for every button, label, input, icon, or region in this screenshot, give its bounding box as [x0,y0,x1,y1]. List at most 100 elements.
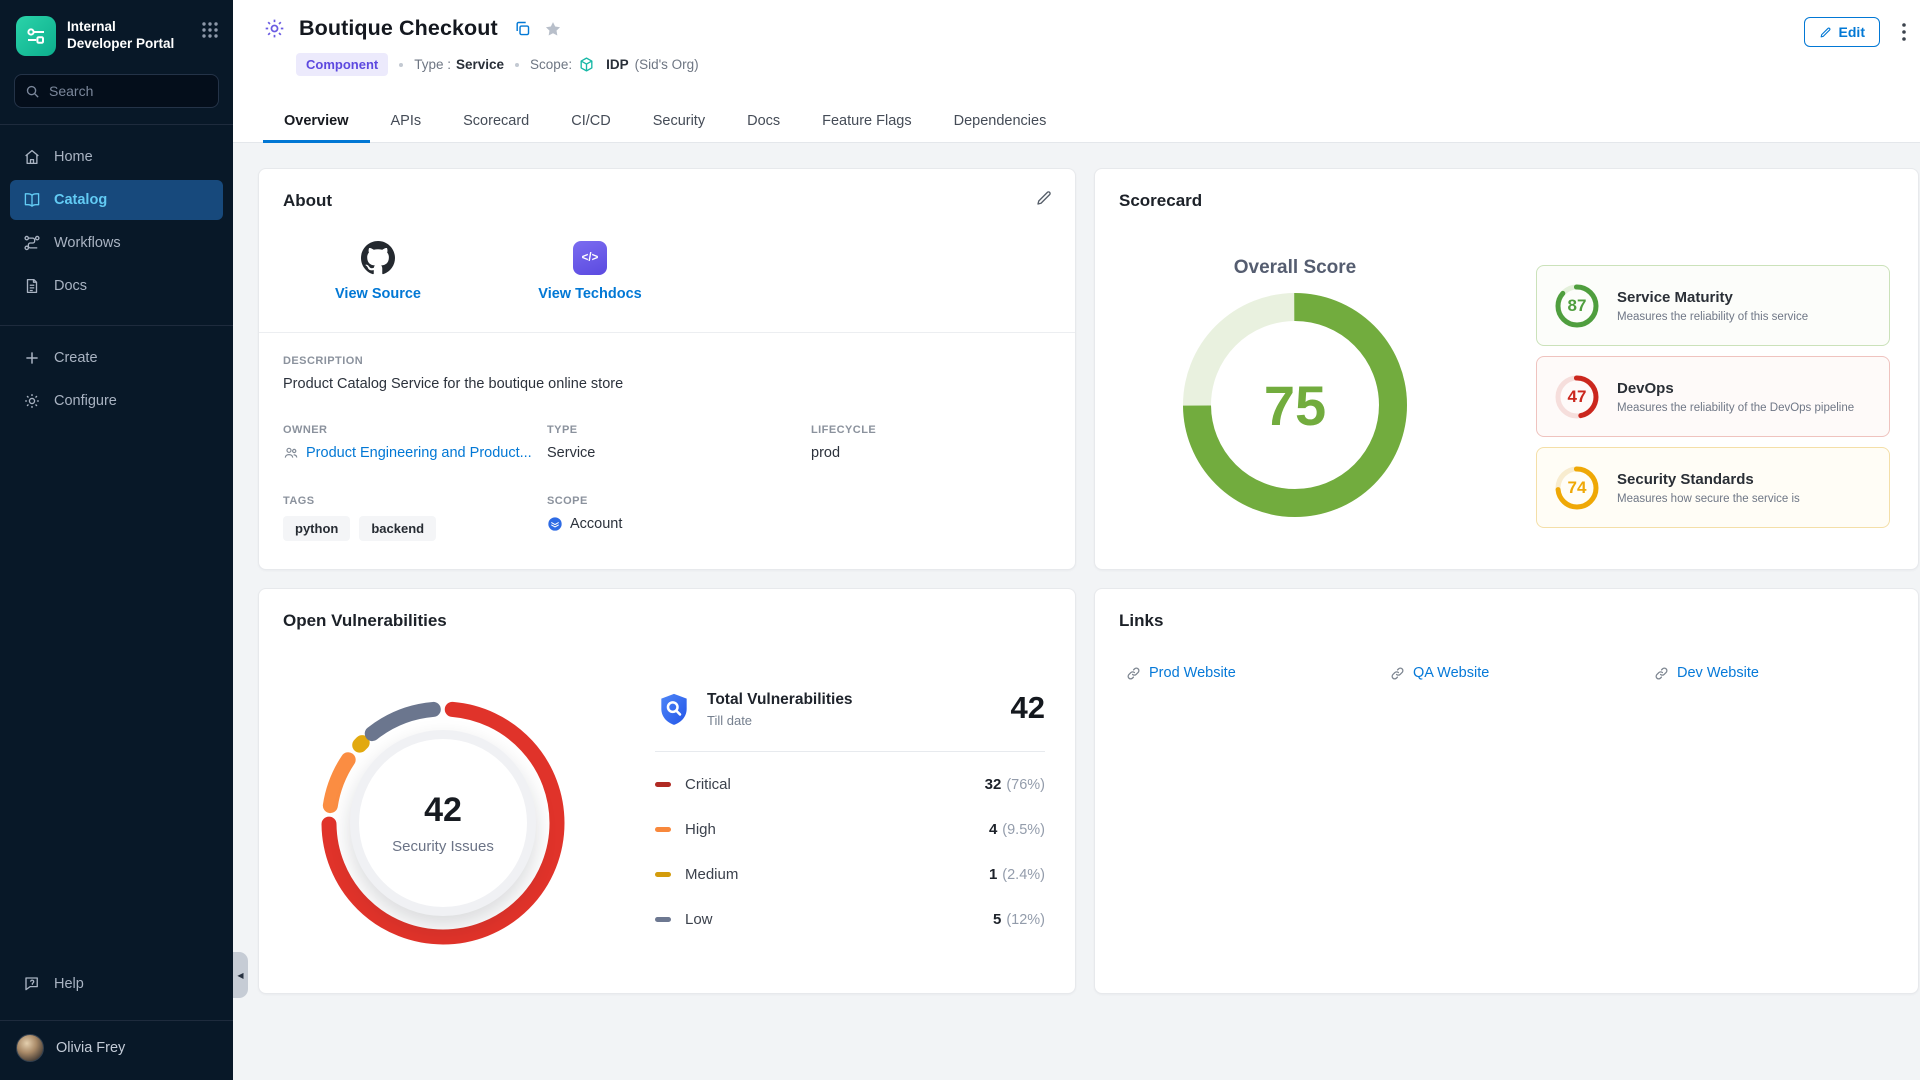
component-gear-icon [263,17,286,40]
sidebar-collapse-handle[interactable]: ◀ [233,952,248,998]
link-prod-website[interactable]: Prod Website [1126,665,1390,681]
view-techdocs-link[interactable]: </> View Techdocs [515,241,665,302]
sidebar-item-home[interactable]: Home [10,137,223,177]
people-icon [283,445,299,461]
description-value: Product Catalog Service for the boutique… [283,376,1051,392]
low-legend-dash [655,917,671,922]
search-input[interactable] [49,83,208,99]
sidebar-item-help[interactable]: Help [10,964,223,1004]
medium-legend-dash [655,872,671,877]
vulnerabilities-card: Open Vulnerabilities 42 Security Issues [258,588,1076,994]
description-label: DESCRIPTION [283,355,1051,367]
scorecard-title: Scorecard [1095,169,1918,211]
tab-feature-flags[interactable]: Feature Flags [801,101,932,143]
help-icon [23,975,41,993]
apps-grid-icon[interactable] [201,21,219,39]
total-vulnerabilities-value: 42 [1011,691,1045,725]
tab-overview[interactable]: Overview [263,101,370,143]
copy-icon[interactable] [514,20,531,37]
scorecard-tile-security-standards[interactable]: 74 Security Standards Measures how secur… [1536,447,1890,528]
dot-separator [399,63,403,67]
plus-icon [23,349,41,367]
avatar [16,1034,44,1062]
owner-link[interactable]: Product Engineering and Product... [283,445,547,461]
links-title: Links [1095,589,1918,631]
user-name: Olivia Frey [56,1040,125,1056]
github-icon [361,241,395,275]
sidebar-search[interactable] [14,74,219,108]
links-card: Links Prod Website [1094,588,1919,994]
total-vulnerabilities-subtitle: Till date [707,713,853,728]
type-label: Type : [414,57,451,72]
account-icon [547,516,563,532]
more-options-icon[interactable] [1902,23,1906,41]
sidebar-nav: Home Catalog Workflows [0,125,233,309]
tab-security[interactable]: Security [632,101,726,143]
high-legend-dash [655,827,671,832]
tab-scorecard[interactable]: Scorecard [442,101,550,143]
sidebar-item-docs[interactable]: Docs [10,266,223,306]
scope-org: (Sid's Org) [635,57,699,72]
link-icon [1390,666,1405,681]
entity-meta-row: Component Type : Service Scope: IDP (Sid… [296,53,1920,76]
about-card: About View Source [258,168,1076,570]
sidebar-item-label: Catalog [54,192,107,208]
tab-apis[interactable]: APIs [370,101,443,143]
about-edit-pencil-icon[interactable] [1035,189,1053,207]
divider [655,751,1045,752]
scorecard-tiles: 87 Service Maturity Measures the reliabi… [1536,265,1890,528]
main-area: Boutique Checkout Edit [233,0,1920,1080]
scorecard-tile-devops[interactable]: 47 DevOps Measures the reliability of th… [1536,356,1890,437]
scope-label: Scope: [530,57,572,72]
logo-row: Internal Developer Portal [0,0,233,56]
overall-score-label: Overall Score [1183,257,1407,279]
tab-docs[interactable]: Docs [726,101,801,143]
sidebar-item-catalog[interactable]: Catalog [10,180,223,220]
scorecard-tile-service-maturity[interactable]: 87 Service Maturity Measures the reliabi… [1536,265,1890,346]
scope-name: IDP [606,57,629,72]
view-source-link[interactable]: View Source [303,241,453,302]
tag-chip[interactable]: python [283,516,350,541]
lifecycle-field: LIFECYCLE prod [811,424,1051,461]
tags-field: TAGS python backend [283,495,547,541]
sidebar-bottom: Help Olivia Frey [0,952,233,1080]
vulnerabilities-summary: Total Vulnerabilities Till date 42 Criti… [655,691,1045,942]
security-issues-count: 42 [424,791,462,830]
link-qa-website[interactable]: QA Website [1390,665,1654,681]
favorite-star-icon[interactable] [544,20,562,38]
tab-dependencies[interactable]: Dependencies [933,101,1068,143]
severity-row-critical: Critical 32 (76%) [655,762,1045,807]
sidebar-item-label: Create [54,350,98,366]
edit-button[interactable]: Edit [1804,17,1880,47]
sidebar-item-create[interactable]: Create [10,338,223,378]
type-value: Service [456,57,504,72]
docs-icon [23,277,41,295]
sidebar-item-label: Home [54,149,93,165]
overall-score-gauge: Overall Score 75 [1183,257,1407,517]
tag-chip[interactable]: backend [359,516,436,541]
page-header: Boutique Checkout Edit [233,0,1920,143]
overall-score-value: 75 [1183,293,1407,517]
sidebar-actions: Create Configure [0,326,233,424]
user-menu[interactable]: Olivia Frey [0,1021,233,1080]
scorecard-card: Scorecard Overall Score 75 [1094,168,1919,570]
tab-cicd[interactable]: CI/CD [550,101,631,143]
severity-row-low: Low 5 (12%) [655,897,1045,942]
sidebar-item-label: Docs [54,278,87,294]
type-field: TYPE Service [547,424,811,461]
gear-icon [23,392,41,410]
product-logo-icon [16,16,56,56]
security-issues-label: Security Issues [392,838,494,855]
owner-field: OWNER Product Engineering and Product... [283,424,547,461]
shield-search-icon [655,691,693,729]
sidebar-item-workflows[interactable]: Workflows [10,223,223,263]
techdocs-icon: </> [573,241,607,275]
page-title: Boutique Checkout [299,16,498,41]
link-dev-website[interactable]: Dev Website [1654,665,1918,681]
severity-row-high: High 4 (9.5%) [655,807,1045,852]
dot-separator [515,63,519,67]
link-icon [1654,666,1669,681]
sidebar-item-label: Workflows [54,235,121,251]
vulnerabilities-title: Open Vulnerabilities [259,589,1075,631]
sidebar-item-configure[interactable]: Configure [10,381,223,421]
